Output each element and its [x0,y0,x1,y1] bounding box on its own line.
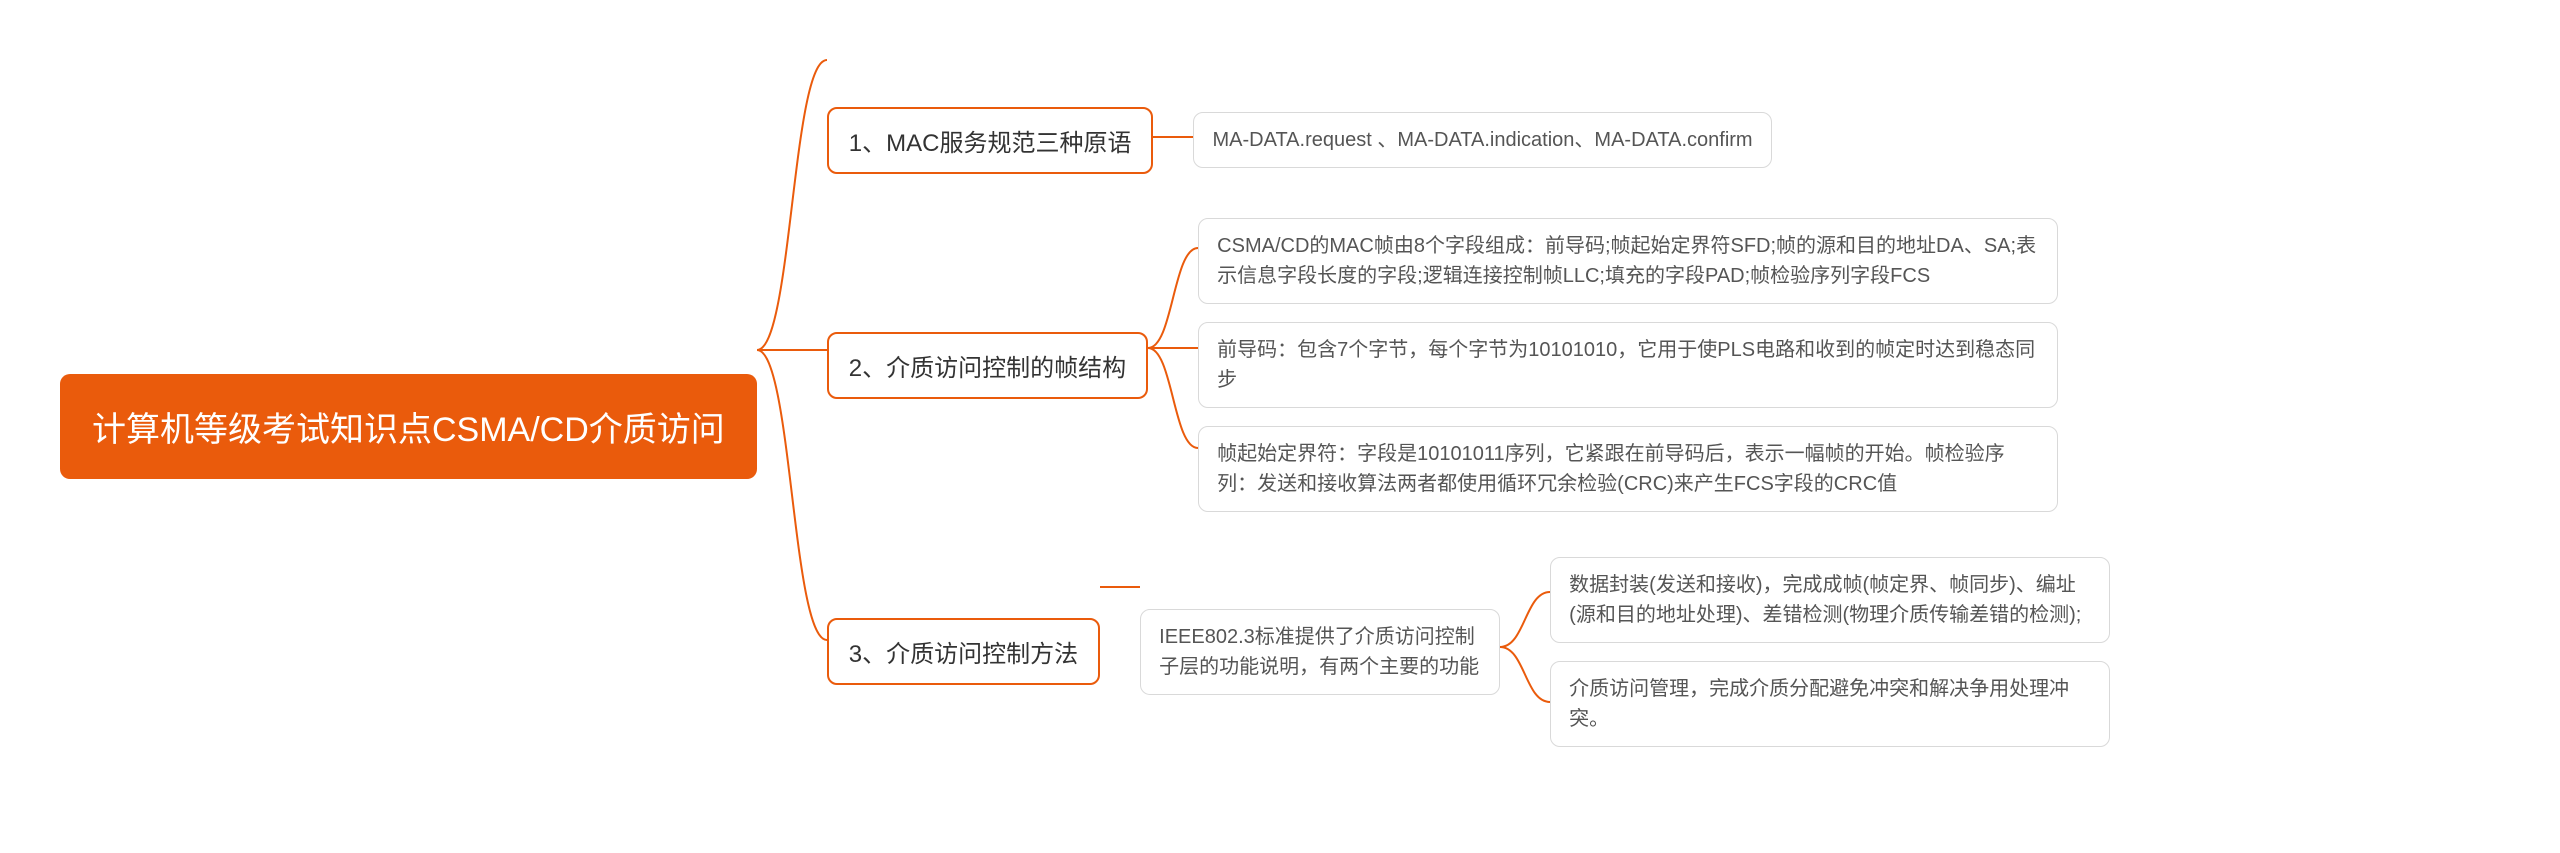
branch-3-leaf-2: 介质访问管理，完成介质分配避免冲突和解决争用处理冲突。 [1550,661,2110,747]
branch-3-leaves: 数据封装(发送和接收)，完成成帧(帧定界、帧同步)、编址(源和目的地址处理)、差… [1550,557,2110,747]
connector-b1 [1153,107,1193,174]
connector-b3a [1100,557,1140,747]
branch-2-leaf-2: 前导码：包含7个字节，每个字节为10101010，它用于使PLS电路和收到的帧定… [1198,322,2058,408]
branch-2: 2、介质访问控制的帧结构 CSMA/CD的MAC帧由8个字段组成：前导码;帧起始… [827,218,2110,512]
branch-3-title: 3、介质访问控制方法 [827,618,1100,685]
branch-2-title: 2、介质访问控制的帧结构 [827,332,1148,399]
connector-root [757,0,827,853]
branch-3-mid: IEEE802.3标准提供了介质访问控制子层的功能说明，有两个主要的功能 [1140,609,1500,695]
branch-2-leaves: CSMA/CD的MAC帧由8个字段组成：前导码;帧起始定界符SFD;帧的源和目的… [1198,218,2058,512]
mindmap-container: 计算机等级考试知识点CSMA/CD介质访问 1、MAC服务规范三种原语 MA-D… [60,0,2560,853]
branch-1-title: 1、MAC服务规范三种原语 [827,107,1154,174]
root-node: 计算机等级考试知识点CSMA/CD介质访问 [60,374,757,479]
branch-2-leaf-3: 帧起始定界符：字段是10101011序列，它紧跟在前导码后，表示一幅帧的开始。帧… [1198,426,2058,512]
branch-1-leaf-1: MA-DATA.request 、MA-DATA.indication、MA-D… [1193,112,1771,168]
branch-3: 3、介质访问控制方法 IEEE802.3标准提供了介质访问控制子层的功能说明，有… [827,557,2110,747]
branch-3-leaf-1: 数据封装(发送和接收)，完成成帧(帧定界、帧同步)、编址(源和目的地址处理)、差… [1550,557,2110,643]
branch-2-leaf-1: CSMA/CD的MAC帧由8个字段组成：前导码;帧起始定界符SFD;帧的源和目的… [1198,218,2058,304]
branches-column: 1、MAC服务规范三种原语 MA-DATA.request 、MA-DATA.i… [827,77,2110,777]
branch-1: 1、MAC服务规范三种原语 MA-DATA.request 、MA-DATA.i… [827,107,2110,174]
connector-b3b [1500,557,1550,747]
connector-b2 [1148,218,1198,512]
